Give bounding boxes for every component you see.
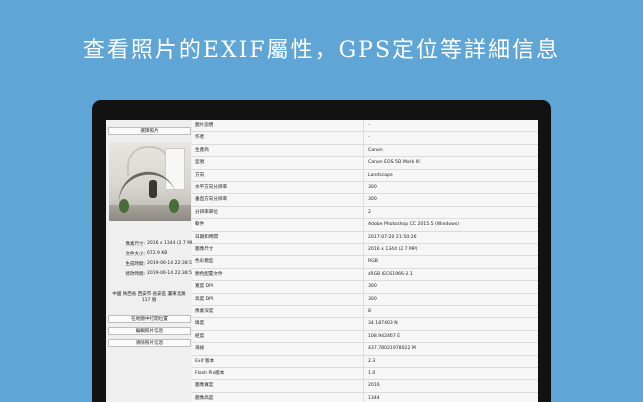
exif-key: 軟件	[195, 222, 205, 228]
exif-value: 437.78021978022 M	[368, 346, 416, 352]
exif-value: 34.187403 N	[368, 321, 398, 327]
exif-key: 圖片說明	[195, 123, 214, 128]
info-value: 2016 x 1344 (2.7 MP)	[147, 241, 196, 246]
exif-value: Canon EOS 5D Mark III	[368, 160, 420, 166]
exif-key: 寬度 DPI	[195, 284, 214, 290]
choose-photo-button[interactable]: 選擇照片	[108, 127, 191, 135]
exif-value: 2016	[368, 383, 380, 389]
table-row: 圖像高度 1344	[192, 393, 538, 402]
exif-value: 1.0	[368, 371, 376, 376]
gps-address: 中國 陝西省 西安市 長安區 灞東北路 117 號	[112, 292, 186, 303]
exif-key: 高度 DPI	[195, 296, 214, 302]
info-value: 2019-06-14 22:38:54	[147, 261, 195, 266]
exif-key: 方向	[195, 172, 205, 178]
exif-table: 圖片說明 - 作者 - 生產商 Canon 型號 Canon EOS 5D Mark III 方…	[192, 120, 538, 402]
table-row: 海拔 437.78021978022 M	[192, 343, 538, 356]
exif-key: 色彩模型	[195, 259, 214, 265]
photo-plant	[169, 199, 179, 213]
table-row: 圖像寬度 2016	[192, 380, 538, 393]
exif-value: 2017:07:20 21:50:26	[368, 234, 417, 240]
exif-value: 300	[368, 284, 377, 290]
exif-key: 型號	[195, 160, 205, 166]
exif-value: 300	[368, 197, 377, 203]
exif-value: 300	[368, 296, 377, 302]
exif-key: 分辨率單位	[195, 209, 218, 215]
table-row: 分辨率單位 2	[192, 207, 538, 220]
table-row: Flash Pix版本 1.0	[192, 368, 538, 381]
table-row: 高度 DPI 300	[192, 294, 538, 306]
table-row: 圖片說明 -	[192, 120, 538, 133]
exif-value: 2	[368, 209, 371, 215]
exif-key: 海拔	[195, 346, 205, 352]
exif-value: 8	[368, 309, 371, 314]
exif-value: Canon	[368, 147, 383, 153]
exif-key: 日期和時間	[195, 234, 218, 240]
exif-key: 經度	[195, 333, 205, 339]
exif-key: 生產商	[195, 147, 209, 153]
exif-value: -	[368, 135, 370, 141]
exif-key: 圖像尺寸	[195, 247, 214, 252]
edit-photo-info-button[interactable]: 編輯照片信息	[108, 327, 191, 335]
exif-key: 緯度	[195, 321, 205, 327]
info-value: 2019-06-14 22:38:55	[147, 271, 195, 276]
table-row: 軟件 Adobe Photoshop CC 2015.5 (Windows)	[192, 219, 538, 232]
table-row: 型號 Canon EOS 5D Mark III	[192, 157, 538, 170]
left-panel: 選擇照片 像素尺寸: 2016 x 1344 (2.7 MP) 文件大小: 67…	[106, 120, 196, 402]
exif-value: sRGB IEC61966-2.1	[368, 271, 413, 277]
table-row: 圖像尺寸 2016 x 1344 (2.7 MP)	[192, 244, 538, 257]
table-row: 色彩模型 RGB	[192, 256, 538, 269]
info-label: 文件大小:	[125, 252, 145, 257]
exif-value: 300	[368, 185, 377, 190]
table-row: 方向 Landscape	[192, 170, 538, 182]
exif-key: 像素深度	[195, 309, 214, 314]
table-row: 日期和時間 2017:07:20 21:50:26	[192, 232, 538, 244]
table-row: 寬度 DPI 300	[192, 281, 538, 294]
exif-value: 2.3	[368, 358, 376, 364]
laptop-frame: 選擇照片 像素尺寸: 2016 x 1344 (2.7 MP) 文件大小: 67…	[92, 100, 551, 402]
exif-key: 圖像高度	[195, 395, 214, 401]
table-row: 經度 108.942467 E	[192, 331, 538, 344]
table-row: 生產商 Canon	[192, 145, 538, 158]
exif-value: 1344	[368, 395, 380, 401]
exif-key: 作者	[195, 135, 205, 141]
table-row: 像素深度 8	[192, 306, 538, 319]
open-in-map-button[interactable]: 在地圖中打開位置	[108, 315, 191, 323]
table-row: 作者 -	[192, 132, 538, 145]
exif-value: 108.942467 E	[368, 333, 401, 339]
exif-value: RGB	[368, 259, 378, 265]
table-row: 顏色配置文件 sRGB IEC61966-2.1	[192, 269, 538, 282]
exif-key: 水平方向分辨率	[195, 185, 228, 190]
app-window: 選擇照片 像素尺寸: 2016 x 1344 (2.7 MP) 文件大小: 67…	[106, 120, 538, 402]
info-label: 修改時間:	[125, 272, 145, 277]
exif-key: Flash Pix版本	[195, 371, 225, 376]
exif-key: Exif 版本	[195, 358, 215, 364]
table-row: 水平方向分辨率 300	[192, 182, 538, 195]
photo-plant	[119, 199, 129, 213]
exif-key: 顏色配置文件	[195, 271, 223, 277]
headline: 查看照片的EXIF屬性，GPS定位等詳細信息	[82, 38, 561, 63]
photo-person	[149, 180, 157, 198]
clear-photo-info-button[interactable]: 清除照片信息	[108, 339, 191, 347]
table-row: Exif 版本 2.3	[192, 356, 538, 368]
exif-key: 圖像寬度	[195, 383, 214, 389]
exif-value: -	[368, 123, 370, 128]
photo-preview	[109, 142, 191, 221]
exif-value: Landscape	[368, 172, 393, 178]
table-row: 垂直方向分辨率 300	[192, 194, 538, 207]
exif-value: 2016 x 1344 (2.7 MP)	[368, 247, 418, 252]
info-value: 672.9 KB	[147, 251, 168, 256]
table-row: 緯度 34.187403 N	[192, 318, 538, 331]
info-label: 像素尺寸:	[125, 242, 145, 247]
exif-key: 垂直方向分辨率	[195, 197, 228, 203]
info-label: 生成時間:	[125, 262, 145, 267]
exif-value: Adobe Photoshop CC 2015.5 (Windows)	[368, 222, 460, 228]
